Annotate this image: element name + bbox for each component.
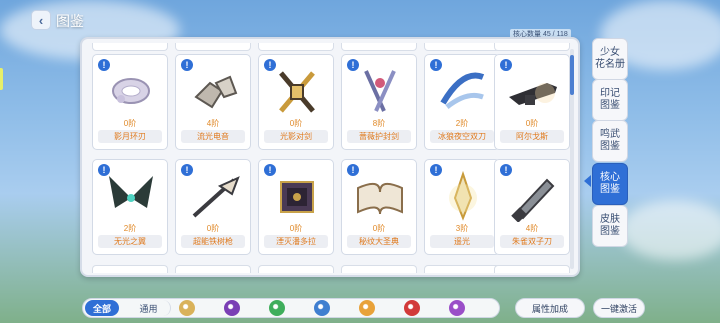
- card-edge: [175, 43, 251, 51]
- alert-icon: !: [500, 59, 512, 71]
- one-click-activate-button[interactable]: 一键激活: [593, 298, 645, 318]
- alert-icon: !: [264, 59, 276, 71]
- card-name: 超能铁树枪: [181, 235, 245, 248]
- filter-general-button[interactable]: 通用: [127, 300, 171, 316]
- card-tier: 0阶: [206, 224, 220, 233]
- card-edge: [494, 265, 570, 273]
- element-sun-icon[interactable]: [359, 300, 375, 316]
- side-indicator: [0, 68, 3, 90]
- card-name: 朱雀双子刀: [500, 235, 564, 248]
- silver-ring-icon: [112, 78, 150, 104]
- alert-icon: !: [430, 164, 442, 176]
- crossed-blades-icon: [279, 71, 315, 113]
- open-book-icon: [357, 182, 403, 215]
- card-edge: [175, 265, 251, 273]
- pandora-box-icon: [280, 181, 314, 213]
- core-card[interactable]: ! 0阶湮灭潘多拉: [258, 159, 334, 255]
- element-shield-icon[interactable]: [314, 300, 330, 316]
- alert-icon: !: [181, 59, 193, 71]
- ice-blades-icon: [440, 72, 485, 109]
- filter-bar: 全部 通用: [82, 298, 500, 318]
- card-edge: [258, 265, 334, 273]
- element-fire-icon[interactable]: [404, 300, 420, 316]
- tab-mark-gallery[interactable]: 印记 图鉴: [592, 79, 628, 121]
- tab-weapon-gallery[interactable]: 鸣武 图鉴: [592, 120, 628, 162]
- alert-icon: !: [347, 59, 359, 71]
- card-tier: 4阶: [525, 224, 539, 233]
- card-edge: [92, 265, 168, 273]
- card-edge: [92, 43, 168, 51]
- core-card[interactable]: ! 4阶流光电音: [175, 54, 251, 150]
- alert-icon: !: [98, 164, 110, 176]
- card-tier: 2阶: [123, 224, 137, 233]
- core-card[interactable]: ! 0阶秘纹大圣典: [341, 159, 417, 255]
- core-card[interactable]: ! 0阶光影对剑: [258, 54, 334, 150]
- card-tier: 4阶: [206, 119, 220, 128]
- alert-icon: !: [264, 164, 276, 176]
- alert-icon: !: [98, 59, 110, 71]
- tab-core-gallery[interactable]: 核心 图鉴: [592, 163, 628, 205]
- card-edge: [341, 265, 417, 273]
- gold-blade-icon: [449, 170, 477, 221]
- card-name: 秘纹大圣典: [347, 235, 411, 248]
- tab-skin-gallery[interactable]: 皮肤 图鉴: [592, 205, 628, 247]
- alert-icon: !: [347, 164, 359, 176]
- core-card[interactable]: ! 0阶阿尔戈斯: [494, 54, 570, 150]
- alert-icon: !: [181, 164, 193, 176]
- card-tier: 0阶: [525, 119, 539, 128]
- card-tier: 0阶: [289, 224, 303, 233]
- card-tier: 3阶: [455, 224, 469, 233]
- card-edge: [341, 43, 417, 51]
- card-name: 冰狼夜空双刀: [430, 130, 494, 143]
- filter-all-button[interactable]: 全部: [85, 300, 119, 316]
- card-edge: [494, 43, 570, 51]
- tab-roster[interactable]: 少女 花名册: [592, 38, 628, 80]
- core-card[interactable]: ! 3阶遥光: [424, 159, 500, 255]
- card-tier: 0阶: [372, 224, 386, 233]
- core-card[interactable]: ! 0阶影月环刃: [92, 54, 168, 150]
- scroll-thumb[interactable]: [570, 55, 574, 95]
- card-tier: 2阶: [455, 119, 469, 128]
- card-name: 遥光: [430, 235, 494, 248]
- element-void-icon[interactable]: [449, 300, 465, 316]
- card-tier: 8阶: [372, 119, 386, 128]
- stone-pieces-icon: [194, 75, 238, 109]
- alert-icon: !: [500, 164, 512, 176]
- knife-icon: [511, 178, 555, 222]
- card-name: 湮灭潘多拉: [264, 235, 328, 248]
- core-card[interactable]: ! 2阶冰狼夜空双刀: [424, 54, 500, 150]
- card-name: 光影对剑: [264, 130, 328, 143]
- card-tier: 0阶: [289, 119, 303, 128]
- element-wind-icon[interactable]: [269, 300, 285, 316]
- active-tab-pointer: [584, 175, 591, 187]
- back-button[interactable]: ‹: [31, 10, 51, 30]
- card-edge: [424, 43, 500, 51]
- card-name: 阿尔戈斯: [500, 130, 564, 143]
- core-card[interactable]: ! 0阶超能铁树枪: [175, 159, 251, 255]
- card-edge: [424, 265, 500, 273]
- scrollbar[interactable]: [570, 49, 574, 269]
- attribute-bonus-button[interactable]: 属性加成: [515, 298, 585, 318]
- card-name: 无光之翼: [98, 235, 162, 248]
- chevron-left-icon: ‹: [38, 12, 44, 28]
- card-tier: 0阶: [123, 119, 137, 128]
- page-title: 图鉴: [56, 13, 84, 29]
- card-name: 流光电音: [181, 130, 245, 143]
- card-edge: [258, 43, 334, 51]
- core-card[interactable]: ! 2阶无光之翼: [92, 159, 168, 255]
- rose-swords-icon: [364, 70, 396, 112]
- element-dark-icon[interactable]: [224, 300, 240, 316]
- element-light-icon[interactable]: [179, 300, 195, 316]
- card-name: 蔷薇护封剑: [347, 130, 411, 143]
- cloud: [620, 200, 720, 260]
- core-card[interactable]: ! 8阶蔷薇护封剑: [341, 54, 417, 150]
- lance-icon: [192, 176, 240, 218]
- collection-panel: ! 0阶 影月环刃! 4阶 流光电音! 0阶 光影对剑! 8阶 蔷薇护封剑! 2阶 冰狼夜空双刀! 0…: [80, 37, 580, 277]
- alert-icon: !: [430, 59, 442, 71]
- rifle-icon: [509, 83, 557, 105]
- card-name: 影月环刃: [98, 130, 162, 143]
- dark-wings-icon: [109, 176, 153, 208]
- core-card[interactable]: ! 4阶朱雀双子刀: [494, 159, 570, 255]
